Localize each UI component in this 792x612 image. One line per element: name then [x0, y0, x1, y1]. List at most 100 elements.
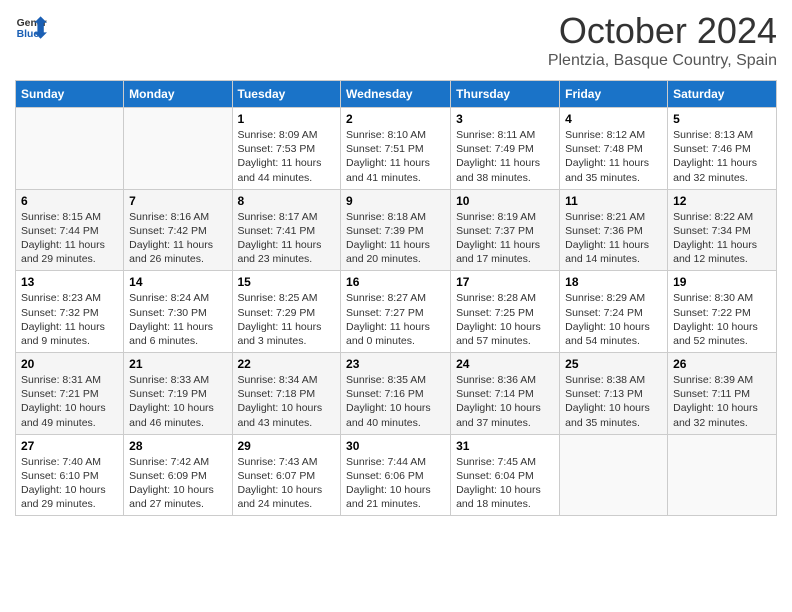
day-number: 18 — [565, 275, 662, 289]
col-saturday: Saturday — [668, 81, 777, 108]
day-info: Sunrise: 7:43 AM Sunset: 6:07 PM Dayligh… — [238, 455, 336, 512]
calendar-cell: 27 Sunrise: 7:40 AM Sunset: 6:10 PM Dayli… — [16, 434, 124, 516]
col-friday: Friday — [560, 81, 668, 108]
col-monday: Monday — [124, 81, 232, 108]
calendar-week-2: 6Sunrise: 8:15 AM Sunset: 7:44 PM Daylig… — [16, 189, 777, 271]
calendar-cell: 12Sunrise: 8:22 AM Sunset: 7:34 PM Dayli… — [668, 189, 777, 271]
calendar-cell: 22Sunrise: 8:34 AM Sunset: 7:18 PM Dayli… — [232, 353, 341, 435]
day-number: 15 — [238, 275, 336, 289]
calendar-cell — [560, 434, 668, 516]
col-tuesday: Tuesday — [232, 81, 341, 108]
day-info: Sunrise: 7:44 AM Sunset: 6:06 PM Dayligh… — [346, 455, 445, 512]
day-number: 6 — [21, 194, 118, 208]
day-number: 19 — [673, 275, 771, 289]
calendar-cell: 4 Sunrise: 8:12 AM Sunset: 7:48 PM Daylig… — [560, 108, 668, 190]
calendar-cell: 21 Sunrise: 8:33 AM Sunset: 7:19 PM Dayli… — [124, 353, 232, 435]
header: General Blue October 2024 Plentzia, Basq… — [15, 10, 777, 70]
day-info: Sunrise: 8:39 AM Sunset: 7:11 PM Dayligh… — [673, 373, 771, 430]
calendar-cell: 1 Sunrise: 8:09 AM Sunset: 7:53 PM Daylig… — [232, 108, 341, 190]
day-info: Sunrise: 8:12 AM Sunset: 7:48 PM Dayligh… — [565, 128, 662, 185]
day-number: 3 — [456, 112, 554, 126]
calendar-week-3: 13 Sunrise: 8:23 AM Sunset: 7:32 PM Dayli… — [16, 271, 777, 353]
calendar-cell: 31Sunrise: 7:45 AM Sunset: 6:04 PM Dayli… — [451, 434, 560, 516]
day-number: 11 — [565, 194, 662, 208]
day-info: Sunrise: 8:17 AM Sunset: 7:41 PM Dayligh… — [238, 210, 336, 267]
calendar-cell — [668, 434, 777, 516]
day-info: Sunrise: 7:42 AM Sunset: 6:09 PM Dayligh… — [129, 455, 226, 512]
calendar-cell: 2 Sunrise: 8:10 AM Sunset: 7:51 PM Daylig… — [341, 108, 451, 190]
calendar-cell: 10 Sunrise: 8:19 AM Sunset: 7:37 PM Dayli… — [451, 189, 560, 271]
day-info: Sunrise: 8:22 AM Sunset: 7:34 PM Dayligh… — [673, 210, 771, 267]
day-info: Sunrise: 8:23 AM Sunset: 7:32 PM Dayligh… — [21, 291, 118, 348]
day-info: Sunrise: 8:09 AM Sunset: 7:53 PM Dayligh… — [238, 128, 336, 185]
day-info: Sunrise: 8:11 AM Sunset: 7:49 PM Dayligh… — [456, 128, 554, 185]
calendar-cell: 16Sunrise: 8:27 AM Sunset: 7:27 PM Dayli… — [341, 271, 451, 353]
calendar-cell: 11 Sunrise: 8:21 AM Sunset: 7:36 PM Dayli… — [560, 189, 668, 271]
calendar-cell: 26 Sunrise: 8:39 AM Sunset: 7:11 PM Dayli… — [668, 353, 777, 435]
location: Plentzia, Basque Country, Spain — [548, 52, 777, 70]
day-number: 9 — [346, 194, 445, 208]
day-info: Sunrise: 8:35 AM Sunset: 7:16 PM Dayligh… — [346, 373, 445, 430]
calendar-cell: 30Sunrise: 7:44 AM Sunset: 6:06 PM Dayli… — [341, 434, 451, 516]
logo-icon: General Blue — [15, 10, 47, 42]
calendar-cell: 28 Sunrise: 7:42 AM Sunset: 6:09 PM Dayli… — [124, 434, 232, 516]
day-number: 25 — [565, 357, 662, 371]
day-info: Sunrise: 8:25 AM Sunset: 7:29 PM Dayligh… — [238, 291, 336, 348]
day-info: Sunrise: 7:45 AM Sunset: 6:04 PM Dayligh… — [456, 455, 554, 512]
day-info: Sunrise: 8:38 AM Sunset: 7:13 PM Dayligh… — [565, 373, 662, 430]
day-number: 27 — [21, 439, 118, 453]
calendar-cell: 14Sunrise: 8:24 AM Sunset: 7:30 PM Dayli… — [124, 271, 232, 353]
month-title: October 2024 — [548, 10, 777, 52]
day-number: 24 — [456, 357, 554, 371]
calendar-cell: 15 Sunrise: 8:25 AM Sunset: 7:29 PM Dayli… — [232, 271, 341, 353]
day-info: Sunrise: 8:19 AM Sunset: 7:37 PM Dayligh… — [456, 210, 554, 267]
day-number: 7 — [129, 194, 226, 208]
calendar-week-4: 20 Sunrise: 8:31 AM Sunset: 7:21 PM Dayli… — [16, 353, 777, 435]
day-number: 23 — [346, 357, 445, 371]
day-number: 1 — [238, 112, 336, 126]
calendar-cell: 19Sunrise: 8:30 AM Sunset: 7:22 PM Dayli… — [668, 271, 777, 353]
col-wednesday: Wednesday — [341, 81, 451, 108]
calendar-cell: 24Sunrise: 8:36 AM Sunset: 7:14 PM Dayli… — [451, 353, 560, 435]
calendar-cell: 18 Sunrise: 8:29 AM Sunset: 7:24 PM Dayli… — [560, 271, 668, 353]
day-number: 20 — [21, 357, 118, 371]
day-info: Sunrise: 7:40 AM Sunset: 6:10 PM Dayligh… — [21, 455, 118, 512]
day-info: Sunrise: 8:29 AM Sunset: 7:24 PM Dayligh… — [565, 291, 662, 348]
day-info: Sunrise: 8:31 AM Sunset: 7:21 PM Dayligh… — [21, 373, 118, 430]
calendar-header-row: Sunday Monday Tuesday Wednesday Thursday… — [16, 81, 777, 108]
col-sunday: Sunday — [16, 81, 124, 108]
day-info: Sunrise: 8:33 AM Sunset: 7:19 PM Dayligh… — [129, 373, 226, 430]
calendar-cell — [16, 108, 124, 190]
day-number: 17 — [456, 275, 554, 289]
calendar-cell — [124, 108, 232, 190]
day-number: 26 — [673, 357, 771, 371]
calendar: Sunday Monday Tuesday Wednesday Thursday… — [15, 80, 777, 516]
day-number: 21 — [129, 357, 226, 371]
day-info: Sunrise: 8:16 AM Sunset: 7:42 PM Dayligh… — [129, 210, 226, 267]
day-number: 10 — [456, 194, 554, 208]
calendar-cell: 17 Sunrise: 8:28 AM Sunset: 7:25 PM Dayli… — [451, 271, 560, 353]
calendar-cell: 8 Sunrise: 8:17 AM Sunset: 7:41 PM Daylig… — [232, 189, 341, 271]
day-info: Sunrise: 8:34 AM Sunset: 7:18 PM Dayligh… — [238, 373, 336, 430]
day-number: 14 — [129, 275, 226, 289]
col-thursday: Thursday — [451, 81, 560, 108]
day-number: 13 — [21, 275, 118, 289]
day-number: 28 — [129, 439, 226, 453]
day-number: 8 — [238, 194, 336, 208]
day-number: 2 — [346, 112, 445, 126]
day-number: 4 — [565, 112, 662, 126]
calendar-cell: 25 Sunrise: 8:38 AM Sunset: 7:13 PM Dayli… — [560, 353, 668, 435]
day-number: 29 — [238, 439, 336, 453]
calendar-cell: 7 Sunrise: 8:16 AM Sunset: 7:42 PM Daylig… — [124, 189, 232, 271]
day-info: Sunrise: 8:21 AM Sunset: 7:36 PM Dayligh… — [565, 210, 662, 267]
calendar-cell: 5Sunrise: 8:13 AM Sunset: 7:46 PM Daylig… — [668, 108, 777, 190]
svg-text:Blue: Blue — [17, 29, 40, 40]
day-info: Sunrise: 8:27 AM Sunset: 7:27 PM Dayligh… — [346, 291, 445, 348]
title-section: October 2024 Plentzia, Basque Country, S… — [548, 10, 777, 70]
day-info: Sunrise: 8:18 AM Sunset: 7:39 PM Dayligh… — [346, 210, 445, 267]
calendar-cell: 9 Sunrise: 8:18 AM Sunset: 7:39 PM Daylig… — [341, 189, 451, 271]
day-info: Sunrise: 8:28 AM Sunset: 7:25 PM Dayligh… — [456, 291, 554, 348]
calendar-cell: 13 Sunrise: 8:23 AM Sunset: 7:32 PM Dayli… — [16, 271, 124, 353]
day-number: 5 — [673, 112, 771, 126]
day-info: Sunrise: 8:10 AM Sunset: 7:51 PM Dayligh… — [346, 128, 445, 185]
